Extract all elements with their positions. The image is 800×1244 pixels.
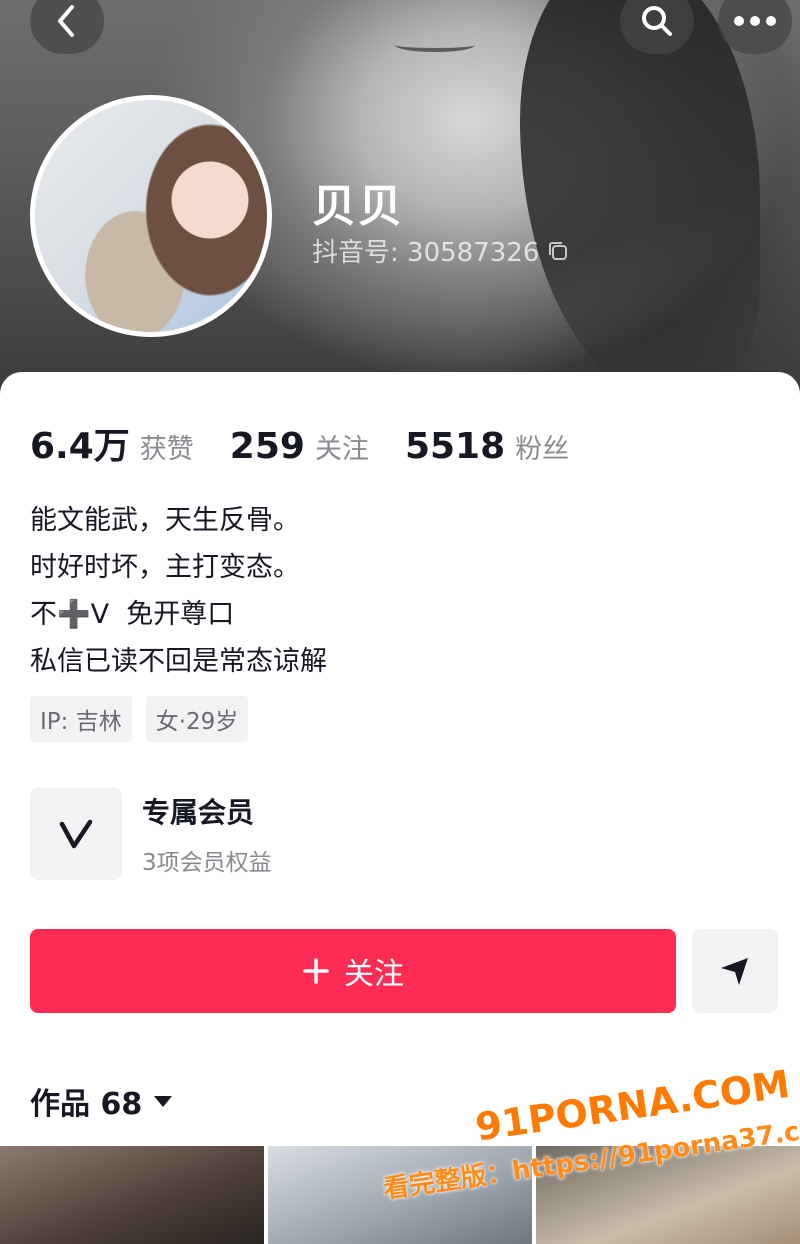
stat-likes[interactable]: 6.4万 获赞 [30, 417, 194, 469]
more-dots-icon [734, 16, 776, 26]
douyin-id[interactable]: 抖音号: 30587326 [312, 232, 569, 269]
send-message-button[interactable] [692, 929, 778, 1013]
tag-gender-age: 女·29岁 [145, 696, 249, 742]
video-thumbnail[interactable] [536, 1146, 800, 1244]
stat-following-value: 259 [229, 426, 305, 467]
video-thumbnail[interactable] [0, 1146, 264, 1244]
follow-button-label: 关注 [344, 957, 404, 992]
bio-line-3: 不➕V 免开尊口 [30, 591, 327, 638]
profile-nickname: 贝贝 [312, 181, 404, 232]
back-button[interactable] [30, 0, 104, 54]
search-icon [642, 6, 672, 36]
send-arrow-icon [721, 958, 748, 985]
follow-button[interactable]: 关注 [30, 929, 676, 1013]
plus-icon [303, 958, 329, 984]
bio-line-3-suffix: V 免开尊口 [90, 599, 235, 630]
stat-likes-value: 6.4万 [30, 426, 130, 467]
banner-photo-hair [520, 0, 760, 400]
bio-line-2: 时好时坏，主打变态。 [30, 552, 300, 583]
profile-header-banner: 贝贝 抖音号: 30587326 [0, 0, 800, 400]
membership-v-icon [30, 788, 122, 880]
douyin-id-text: 抖音号: 30587326 [312, 238, 540, 268]
membership-title: 专属会员 [142, 796, 255, 829]
profile-info-card: 6.4万 获赞 259 关注 5518 粉丝 能文能武，天生反骨。 时好时坏，主… [0, 372, 800, 1244]
more-options-button[interactable] [718, 0, 792, 54]
stat-followers-label: 粉丝 [515, 434, 570, 465]
stat-followers[interactable]: 5518 粉丝 [405, 426, 569, 467]
stat-following-label: 关注 [314, 434, 369, 465]
membership-entry[interactable]: 专属会员 3项会员权益 [30, 788, 272, 880]
bio-line-4: 私信已读不回是常态谅解 [30, 646, 327, 677]
avatar[interactable] [30, 95, 272, 337]
stat-followers-value: 5518 [404, 426, 506, 467]
plus-emoji-icon: ➕ [57, 599, 91, 630]
chevron-left-icon [58, 5, 74, 37]
stat-likes-label: 获赞 [139, 434, 194, 465]
profile-tags: IP: 吉林 女·29岁 [30, 696, 249, 742]
copy-icon[interactable] [547, 240, 569, 262]
caret-down-icon [154, 1096, 173, 1107]
works-tab-label: 作品 68 [30, 1087, 143, 1122]
banner-photo-eye [395, 38, 475, 52]
membership-text: 专属会员 3项会员权益 [142, 791, 272, 877]
stat-following[interactable]: 259 关注 [230, 426, 369, 467]
profile-bio: 能文能武，天生反骨。 时好时坏，主打变态。 不➕V 免开尊口 私信已读不回是常态… [30, 497, 327, 685]
bio-line-1: 能文能武，天生反骨。 [30, 505, 300, 536]
works-grid [0, 1146, 800, 1244]
bio-line-3-prefix: 不 [30, 599, 57, 630]
video-thumbnail[interactable] [268, 1146, 532, 1244]
tag-ip-location: IP: 吉林 [30, 696, 132, 742]
profile-stats: 6.4万 获赞 259 关注 5518 粉丝 [30, 417, 569, 469]
membership-subtitle: 3项会员权益 [142, 850, 272, 876]
works-tab[interactable]: 作品 68 [30, 1079, 174, 1123]
